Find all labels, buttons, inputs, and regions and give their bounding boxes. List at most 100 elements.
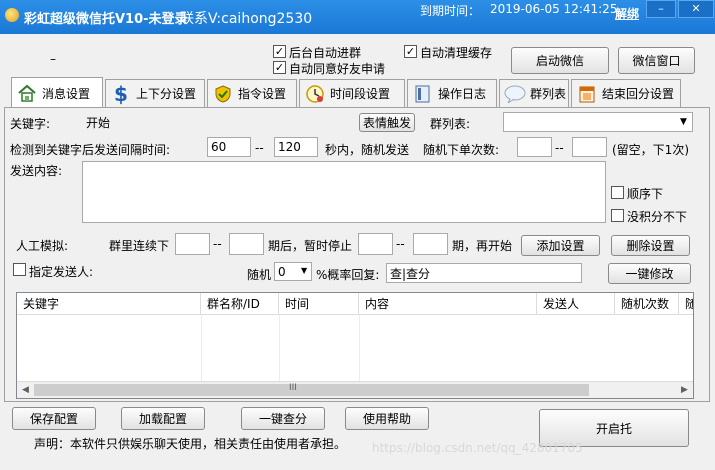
column-header[interactable]: 群名称/ID bbox=[201, 293, 279, 315]
prob-reply-label: %概率回复: bbox=[316, 268, 380, 282]
start-wechat-button[interactable]: 启动微信 bbox=[511, 47, 609, 74]
auto-clear-cache-checkbox[interactable]: ✓ bbox=[404, 45, 417, 58]
contact-info: 联系V:caihong2530 bbox=[180, 11, 313, 27]
sequential-checkbox[interactable] bbox=[611, 186, 624, 199]
tab-label: 消息设置 bbox=[42, 86, 91, 101]
expire-value: 2019-06-05 12:41:25 bbox=[490, 2, 618, 16]
column-header[interactable]: 随机次数 bbox=[615, 293, 679, 315]
settings-table[interactable]: 关键字 群名称/ID 时间 内容 发送人 随机次数 随 ◀ III ▶ bbox=[16, 292, 694, 399]
shield-check-icon bbox=[212, 83, 234, 105]
manual-to-input[interactable] bbox=[229, 233, 264, 255]
column-divider bbox=[359, 315, 360, 383]
dollar-icon: $ bbox=[114, 81, 128, 106]
specify-sender-label: 指定发送人: bbox=[29, 265, 94, 279]
interval-label: 检测到关键字后发送间隔时间: bbox=[10, 143, 171, 157]
random-label: 随机 bbox=[247, 268, 272, 282]
random-count-max-input[interactable] bbox=[572, 137, 607, 157]
column-divider bbox=[279, 315, 280, 383]
interval-sep: -- bbox=[255, 141, 264, 155]
save-config-button[interactable]: 保存配置 bbox=[12, 407, 96, 430]
column-header[interactable]: 随 bbox=[679, 293, 693, 315]
interval-max-input[interactable]: 120 bbox=[274, 137, 318, 157]
tab-operation-log[interactable]: 操作日志 bbox=[407, 79, 497, 107]
keyword-label: 关键字: bbox=[10, 117, 51, 131]
minimize-button[interactable]: – bbox=[646, 0, 676, 18]
column-header[interactable]: 发送人 bbox=[537, 293, 615, 315]
scroll-right-icon[interactable]: ▶ bbox=[676, 382, 693, 398]
calendar-icon bbox=[576, 83, 598, 105]
scroll-left-icon[interactable]: ◀ bbox=[17, 382, 34, 398]
no-points-label: 没积分不下 bbox=[627, 210, 688, 224]
app-logo-icon bbox=[5, 8, 19, 22]
tab-message-settings[interactable]: 消息设置 bbox=[11, 77, 103, 108]
auto-add-friend-label: 自动同意好友申请 bbox=[289, 62, 386, 76]
app-title: 彩虹超级微信托V10-未登录 bbox=[24, 12, 188, 27]
group-continuous-label: 群里连续下 bbox=[109, 239, 170, 253]
top-dash: – bbox=[50, 52, 56, 66]
expire-label: 到期时间： bbox=[420, 4, 481, 18]
tab-bar: 消息设置 $ 上下分设置 指令设置 时间段设置 操作日志 群列表 结束回分设置 bbox=[11, 77, 703, 108]
group-list-select[interactable] bbox=[503, 112, 693, 132]
auto-join-group-label: 后台自动进群 bbox=[289, 46, 362, 60]
manual-from-input[interactable] bbox=[175, 233, 210, 255]
load-config-button[interactable]: 加载配置 bbox=[121, 407, 205, 430]
pause-to-input[interactable] bbox=[413, 233, 448, 255]
manual-label: 人工模拟: bbox=[16, 239, 69, 253]
log-icon bbox=[412, 83, 434, 105]
tab-command-settings[interactable]: 指令设置 bbox=[207, 79, 297, 107]
tab-label: 上下分设置 bbox=[136, 87, 197, 101]
tab-label: 结束回分设置 bbox=[602, 87, 675, 101]
clock-icon bbox=[304, 83, 326, 105]
interval-min-input[interactable]: 60 bbox=[207, 137, 251, 157]
tab-time-period-settings[interactable]: 时间段设置 bbox=[299, 79, 405, 107]
close-button[interactable]: ✕ bbox=[678, 0, 714, 18]
pause-from-input[interactable] bbox=[358, 233, 393, 255]
auto-join-group-checkbox[interactable]: ✓ bbox=[273, 45, 286, 58]
help-button[interactable]: 使用帮助 bbox=[345, 407, 429, 430]
no-points-checkbox[interactable] bbox=[611, 209, 624, 222]
chat-bubble-icon bbox=[504, 83, 526, 105]
sequential-label: 顺序下 bbox=[627, 187, 664, 201]
tab-label: 操作日志 bbox=[438, 87, 487, 101]
group-list-label: 群列表: bbox=[430, 117, 471, 131]
tab-group-list[interactable]: 群列表 bbox=[499, 79, 569, 107]
tab-label: 时间段设置 bbox=[330, 87, 391, 101]
prob-reply-input[interactable]: 查|查分 bbox=[386, 263, 582, 283]
then-start-label: 期，再开始 bbox=[452, 239, 513, 253]
random-count-hint: (留空，下1次) bbox=[612, 143, 689, 157]
random-count-label: 随机下单次数: bbox=[423, 143, 500, 157]
tab-end-score-settings[interactable]: 结束回分设置 bbox=[571, 79, 681, 107]
column-header[interactable]: 内容 bbox=[359, 293, 537, 315]
horizontal-scrollbar[interactable]: ◀ III ▶ bbox=[17, 381, 693, 398]
chevron-down-icon[interactable]: ▼ bbox=[680, 117, 687, 127]
interval-unit: 秒内，随机发送 bbox=[325, 143, 410, 157]
column-header[interactable]: 时间 bbox=[279, 293, 359, 315]
add-setting-button[interactable]: 添加设置 bbox=[521, 235, 600, 256]
random-count-min-input[interactable] bbox=[517, 137, 552, 157]
wechat-window-button[interactable]: 微信窗口 bbox=[618, 47, 695, 74]
scroll-grip: III bbox=[289, 383, 297, 393]
unbind-link[interactable]: 解绑 bbox=[615, 5, 639, 22]
column-divider bbox=[201, 315, 202, 383]
tab-label: 群列表 bbox=[530, 87, 567, 101]
one-key-modify-button[interactable]: 一键修改 bbox=[608, 263, 691, 284]
home-icon bbox=[16, 82, 38, 104]
scroll-thumb[interactable] bbox=[34, 384, 589, 396]
watermark: https://blog.csdn.net/qq_42801705 bbox=[372, 441, 583, 455]
manual-sep2: -- bbox=[396, 237, 405, 251]
random-count-sep: -- bbox=[555, 141, 564, 155]
disclaimer: 声明：本软件只供娱乐聊天使用，相关责任由使用者承担。 bbox=[34, 437, 347, 451]
auto-add-friend-checkbox[interactable]: ✓ bbox=[273, 61, 286, 74]
specify-sender-checkbox[interactable] bbox=[13, 263, 26, 276]
keyword-input[interactable]: 开始 bbox=[82, 112, 354, 132]
column-header[interactable]: 关键字 bbox=[17, 293, 201, 315]
delete-setting-button[interactable]: 删除设置 bbox=[611, 235, 690, 256]
tab-score-settings[interactable]: $ 上下分设置 bbox=[105, 79, 205, 107]
one-key-query-button[interactable]: 一键查分 bbox=[241, 407, 325, 430]
content-label: 发送内容: bbox=[10, 164, 63, 178]
emoji-trigger-button[interactable]: 表情触发 bbox=[359, 113, 415, 132]
random-chevron-down-icon[interactable]: ▼ bbox=[301, 266, 307, 275]
content-textarea[interactable] bbox=[82, 161, 606, 223]
manual-sep1: -- bbox=[213, 237, 222, 251]
tab-label: 指令设置 bbox=[238, 87, 287, 101]
